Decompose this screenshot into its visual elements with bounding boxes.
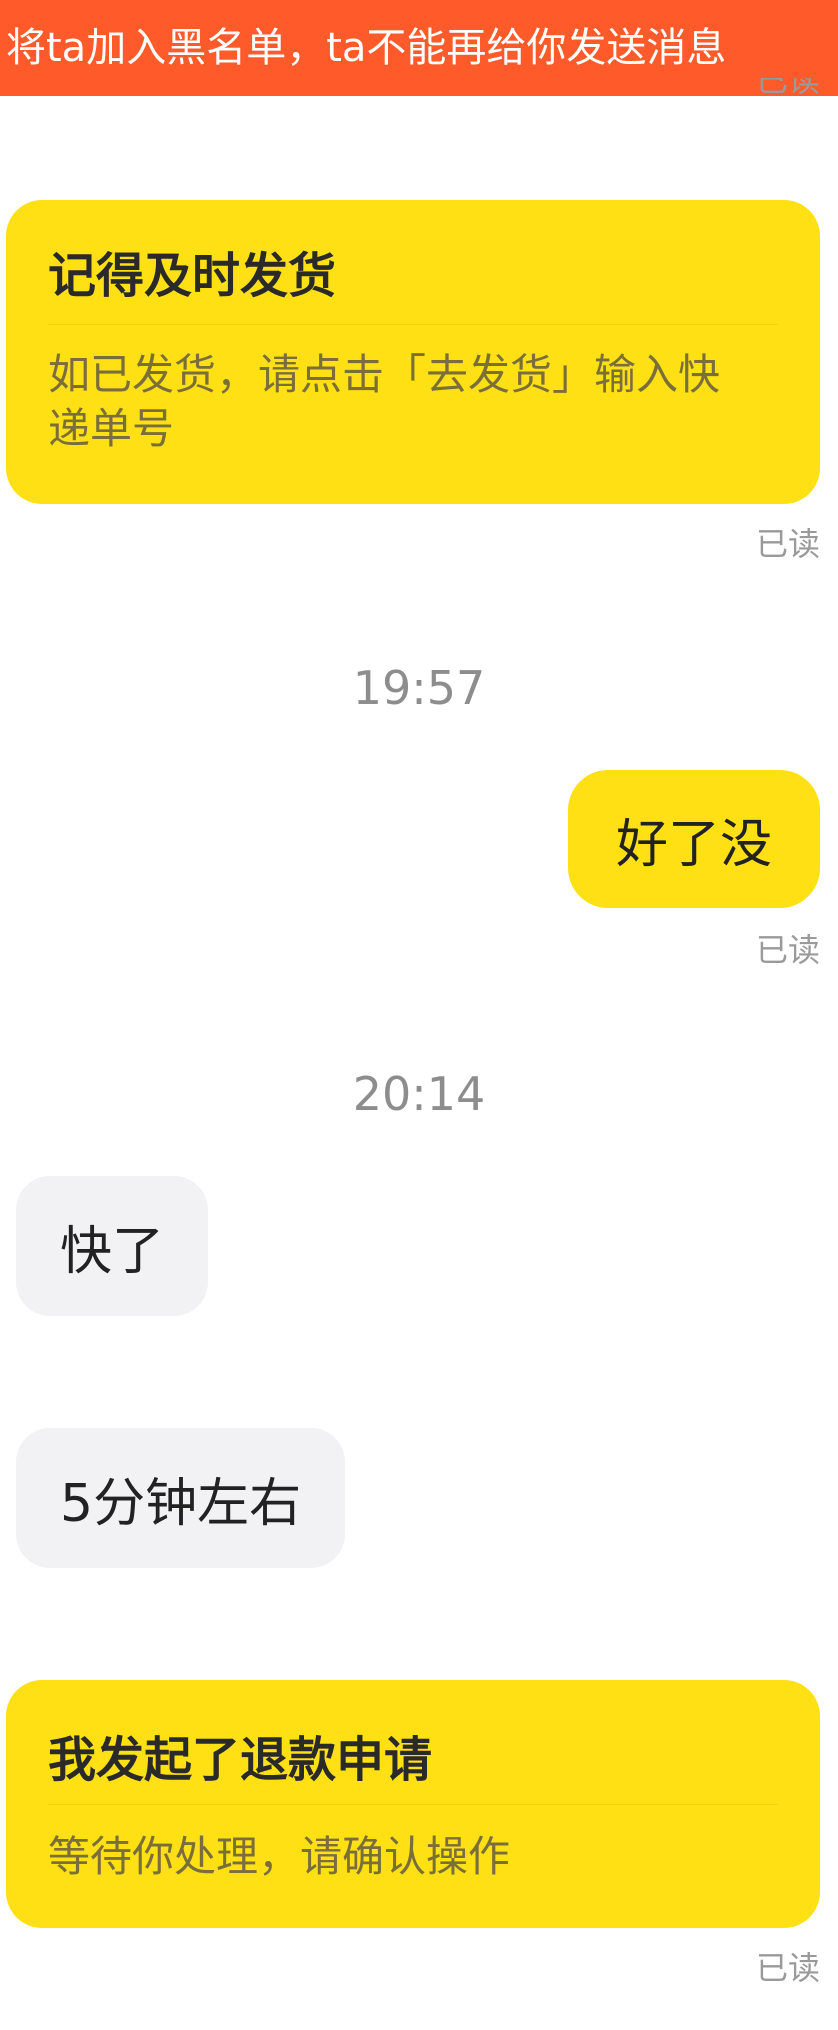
ship-reminder-card[interactable]: 记得及时发货 如已发货，请点击「去发货」输入快递单号 <box>6 200 820 504</box>
card-divider <box>48 324 778 325</box>
incoming-message-text: 5分钟左右 <box>60 1473 302 1534</box>
ship-reminder-title: 记得及时发货 <box>48 248 337 304</box>
incoming-message-text: 快了 <box>60 1221 165 1282</box>
outgoing-message[interactable]: 好了没 <box>567 770 820 908</box>
read-receipt: 已读 <box>755 525 820 563</box>
incoming-message[interactable]: 快了 <box>16 1176 209 1316</box>
read-receipt: 已读 <box>755 1949 820 1987</box>
timestamp: 20:14 <box>352 1067 486 1121</box>
blacklist-banner-text: 将ta加入黑名单，ta不能再给你发送消息 <box>6 25 727 71</box>
read-receipt-partial: 已读 <box>756 78 820 96</box>
incoming-message[interactable]: 5分钟左右 <box>16 1428 346 1568</box>
refund-request-title: 我发起了退款申请 <box>48 1732 433 1788</box>
read-receipt: 已读 <box>755 931 820 969</box>
outgoing-message-text: 好了没 <box>615 814 772 875</box>
timestamp: 19:57 <box>352 661 486 715</box>
refund-request-card[interactable]: 我发起了退款申请 等待你处理，请确认操作 <box>6 1680 820 1928</box>
ship-reminder-body: 如已发货，请点击「去发货」输入快递单号 <box>48 350 721 453</box>
card-divider <box>48 1804 778 1805</box>
chat-screen: 将ta加入黑名单，ta不能再给你发送消息 已读 记得及时发货 如已发货，请点击「… <box>0 0 838 2030</box>
blacklist-banner[interactable]: 将ta加入黑名单，ta不能再给你发送消息 <box>0 0 838 96</box>
refund-request-body: 等待你处理，请确认操作 <box>48 1832 511 1881</box>
